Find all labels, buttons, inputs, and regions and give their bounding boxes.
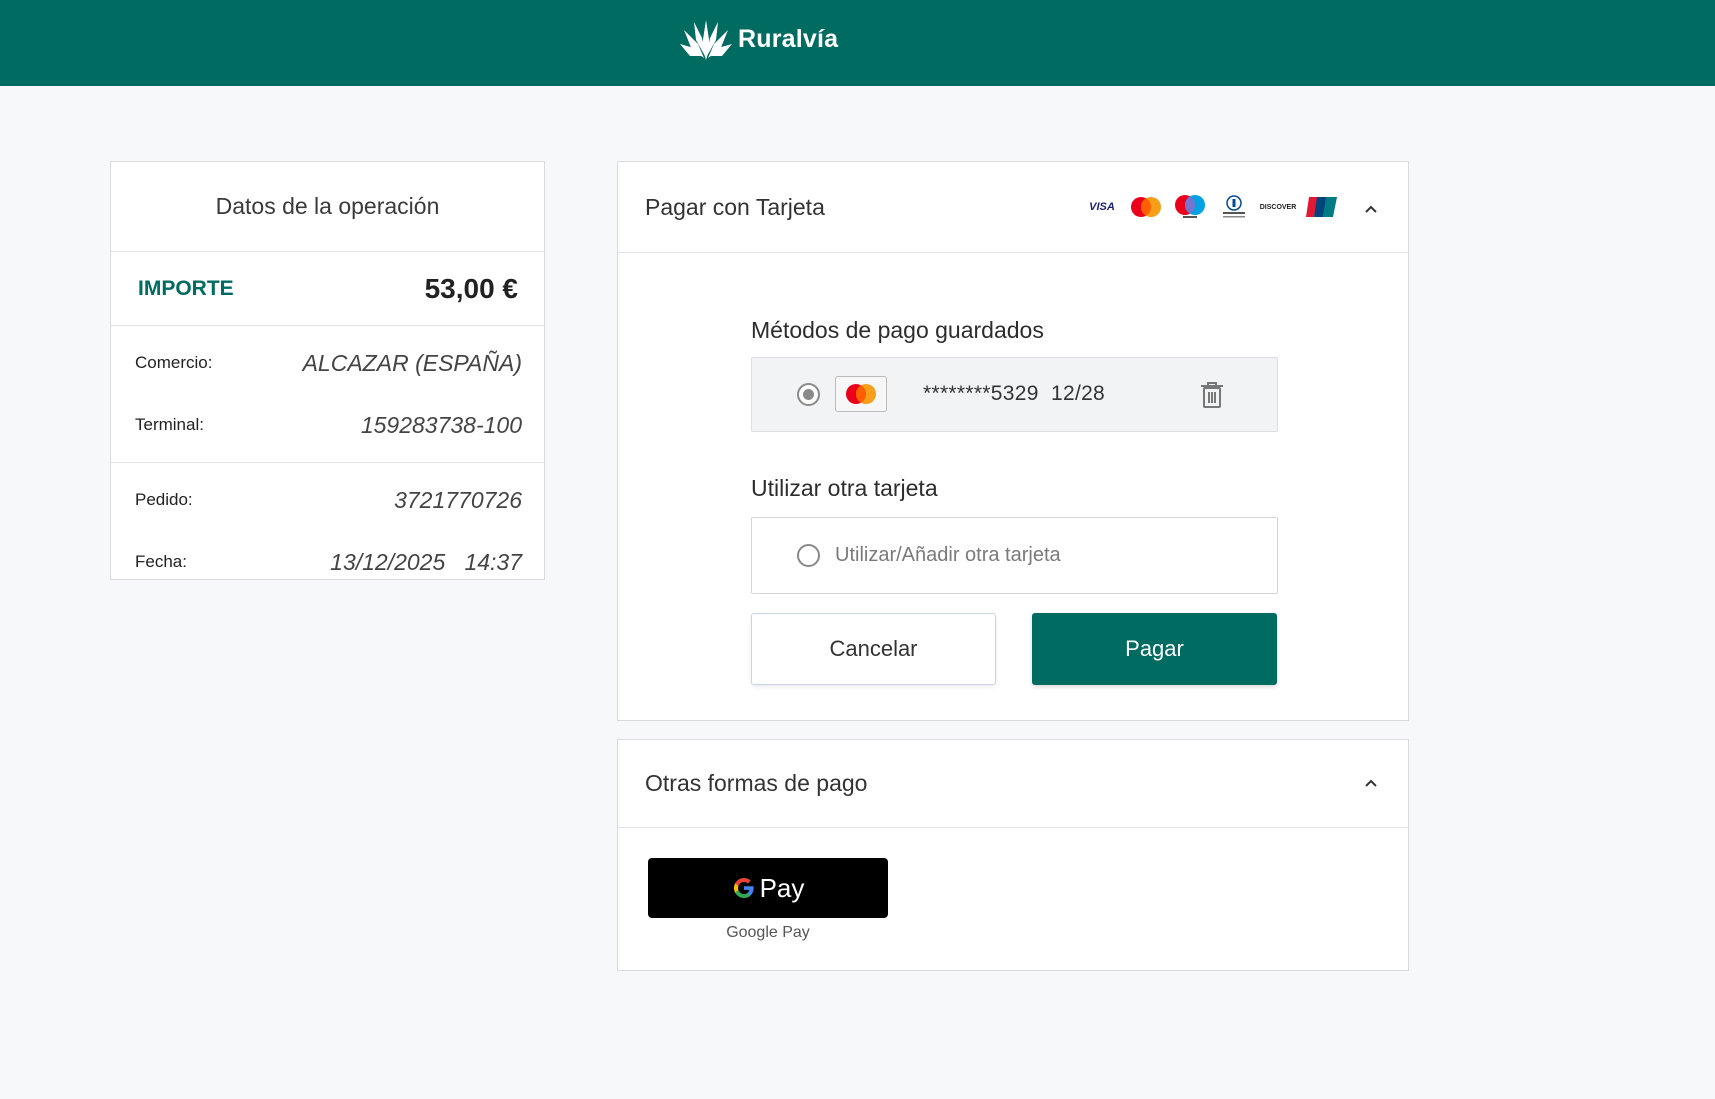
card-payment-panel: Pagar con Tarjeta VISA DISCOVER Métodos …	[617, 161, 1409, 721]
merchant-value: ALCAZAR (ESPAÑA)	[302, 349, 522, 376]
terminal-label: Terminal:	[135, 415, 204, 434]
terminal-value: 159283738-100	[360, 411, 522, 438]
other-methods-header[interactable]: Otras formas de pago	[618, 740, 1408, 828]
card-payment-title: Pagar con Tarjeta	[645, 193, 825, 220]
maestro-icon	[1174, 195, 1206, 218]
other-card-title: Utilizar otra tarjeta	[751, 475, 938, 501]
other-card-option[interactable]: Utilizar/Añadir otra tarjeta	[751, 517, 1278, 594]
ruralvia-leaf-icon	[680, 20, 732, 60]
brand-name: Ruralvía	[738, 24, 839, 53]
visa-icon: VISA	[1089, 201, 1115, 213]
saved-card-option[interactable]: ********5329 12/28	[751, 357, 1278, 432]
card-payment-header[interactable]: Pagar con Tarjeta VISA DISCOVER	[618, 162, 1408, 253]
amount-value: 53,00 €	[424, 272, 518, 304]
date-label: Fecha:	[135, 552, 187, 571]
order-group: Pedido: 3721770726 Fecha: 13/12/2025 14:…	[111, 463, 544, 599]
collapse-chevron-icon[interactable]	[1364, 202, 1378, 216]
other-card-label: Utilizar/Añadir otra tarjeta	[835, 544, 1061, 566]
saved-card-brand-icon	[835, 376, 887, 412]
terminal-row: Terminal: 159283738-100	[111, 394, 544, 456]
discover-icon: DISCOVER	[1259, 203, 1297, 211]
amount-row: IMPORTE 53,00 €	[111, 252, 544, 326]
saved-card-radio[interactable]	[797, 383, 820, 406]
top-bar: Ruralvía	[0, 0, 1715, 86]
amount-label: IMPORTE	[138, 276, 234, 300]
merchant-label: Comercio:	[135, 353, 213, 372]
pay-button[interactable]: Pagar	[1032, 613, 1277, 685]
merchant-group: Comercio: ALCAZAR (ESPAÑA) Terminal: 159…	[111, 326, 544, 463]
diners-club-icon	[1218, 195, 1250, 218]
operation-details-card: Datos de la operación IMPORTE 53,00 € Co…	[110, 161, 545, 580]
delete-card-trash-icon[interactable]	[1200, 381, 1224, 409]
cancel-button[interactable]: Cancelar	[751, 613, 996, 685]
unionpay-icon	[1306, 196, 1338, 218]
mastercard-icon	[1130, 196, 1162, 218]
saved-card-number: ********5329 12/28	[923, 382, 1106, 405]
operation-title: Datos de la operación	[111, 162, 544, 252]
saved-card-expiry: 12/28	[1050, 382, 1106, 405]
google-pay-label: Pay	[759, 872, 805, 903]
order-label: Pedido:	[135, 490, 193, 509]
date-row: Fecha: 13/12/2025 14:37	[111, 531, 544, 593]
google-g-icon	[733, 878, 754, 898]
other-methods-panel: Otras formas de pago Pay Google Pay	[617, 739, 1409, 971]
collapse-chevron-icon[interactable]	[1364, 776, 1378, 790]
google-pay-caption: Google Pay	[726, 924, 810, 941]
order-value: 3721770726	[394, 486, 522, 513]
saved-methods-title: Métodos de pago guardados	[751, 317, 1044, 343]
google-pay-button[interactable]: Pay	[648, 858, 888, 918]
other-methods-title: Otras formas de pago	[645, 770, 868, 796]
other-card-radio[interactable]	[797, 544, 820, 567]
date-value: 13/12/2025 14:37	[330, 548, 522, 575]
card-brands: VISA DISCOVER	[1086, 195, 1338, 218]
brand-logo: Ruralvía	[680, 14, 838, 64]
order-row: Pedido: 3721770726	[111, 469, 544, 531]
merchant-row: Comercio: ALCAZAR (ESPAÑA)	[111, 332, 544, 394]
